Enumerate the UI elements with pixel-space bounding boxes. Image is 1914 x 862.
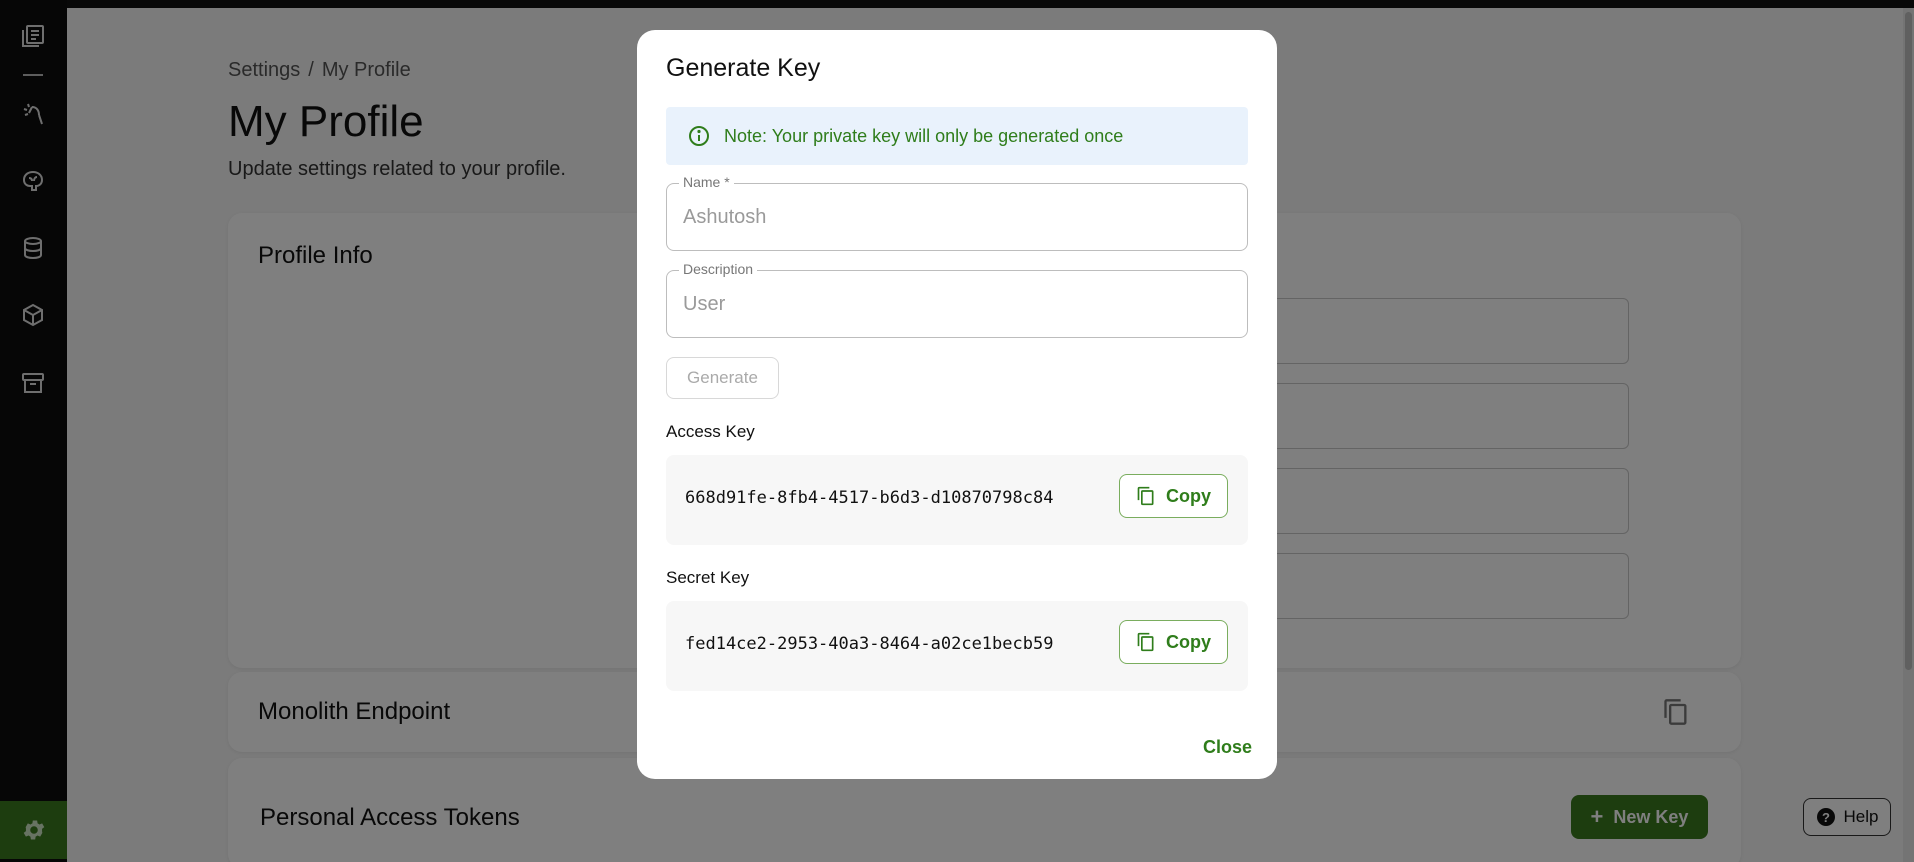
copy-label: Copy — [1166, 631, 1211, 652]
description-field-value: User — [683, 293, 726, 315]
secret-key-value: fed14ce2-2953-40a3-8464-a02ce1becb59 — [685, 634, 1054, 654]
close-button[interactable]: Close — [1203, 737, 1252, 758]
dialog-title: Generate Key — [666, 54, 821, 82]
generate-button[interactable]: Generate — [666, 357, 779, 399]
note-text: Note: Your private key will only be gene… — [724, 125, 1124, 146]
copy-icon — [1137, 486, 1154, 506]
access-key-label: Access Key — [666, 422, 755, 441]
copy-secret-key-button[interactable]: Copy — [1119, 620, 1228, 664]
name-field[interactable]: Name * Ashutosh — [666, 174, 1248, 251]
info-icon — [689, 126, 709, 146]
copy-access-key-button[interactable]: Copy — [1119, 474, 1228, 518]
description-field[interactable]: Description User — [666, 261, 1248, 338]
name-field-label: Name * — [679, 174, 734, 190]
copy-icon — [1137, 632, 1154, 652]
access-key-value: 668d91fe-8fb4-4517-b6d3-d10870798c84 — [685, 488, 1054, 508]
generate-key-dialog: Generate Key Note: Your private key will… — [637, 30, 1277, 779]
description-field-label: Description — [679, 261, 758, 277]
access-key-box: 668d91fe-8fb4-4517-b6d3-d10870798c84 Cop… — [666, 455, 1248, 545]
copy-label: Copy — [1166, 485, 1211, 506]
note-banner: Note: Your private key will only be gene… — [666, 107, 1248, 165]
secret-key-label: Secret Key — [666, 568, 750, 587]
secret-key-box: fed14ce2-2953-40a3-8464-a02ce1becb59 Cop… — [666, 601, 1248, 691]
name-field-value: Ashutosh — [683, 206, 767, 228]
